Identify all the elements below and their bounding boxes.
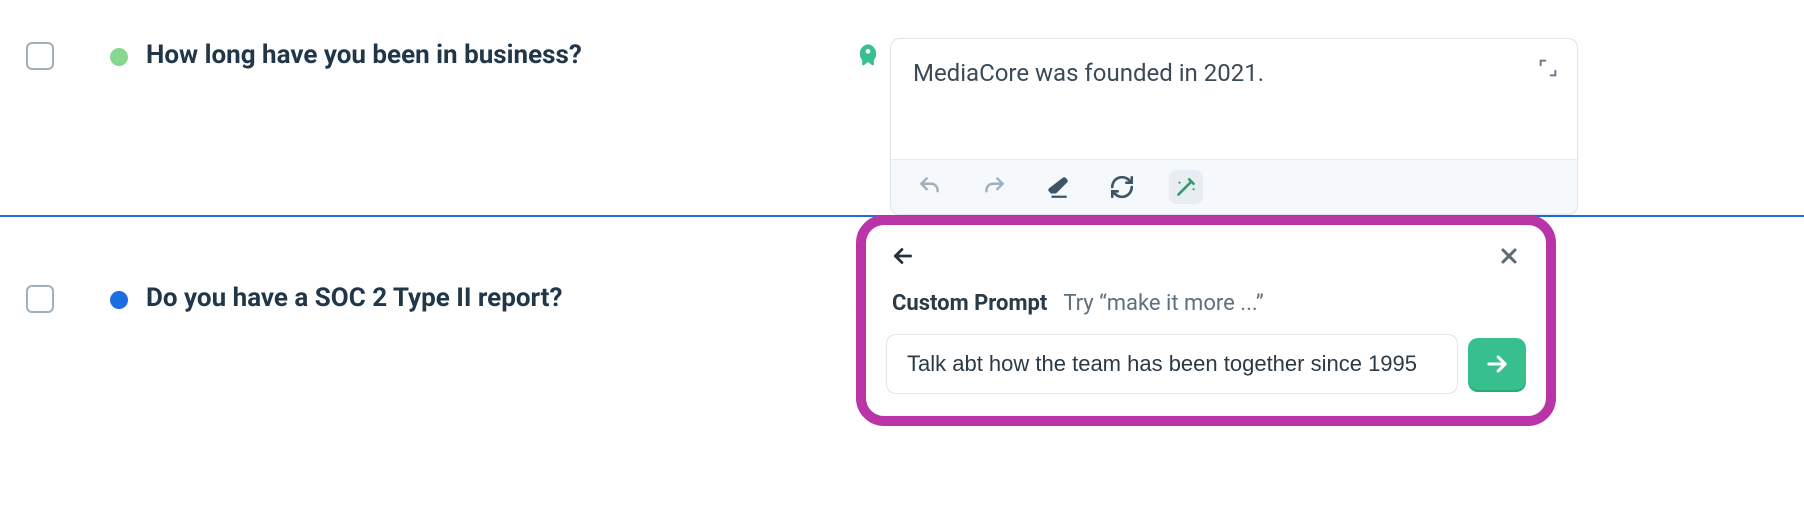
- answer-toolbar: [891, 159, 1577, 214]
- select-checkbox[interactable]: [26, 285, 54, 313]
- back-button[interactable]: [886, 239, 920, 273]
- refresh-button[interactable]: [1105, 170, 1139, 204]
- ai-rocket-icon: [850, 38, 886, 70]
- custom-prompt-panel: Custom Prompt Try “make it more ...”: [856, 215, 1556, 426]
- eraser-button[interactable]: [1041, 170, 1075, 204]
- rocket-icon: [854, 42, 882, 70]
- undo-button[interactable]: [913, 170, 947, 204]
- status-dot: [110, 291, 128, 309]
- question-left: How long have you been in business?: [0, 38, 850, 73]
- prompt-header: [886, 239, 1526, 273]
- question-row: Do you have a SOC 2 Type II report? Cust…: [0, 217, 1804, 316]
- redo-button[interactable]: [977, 170, 1011, 204]
- answer-text: MediaCore was founded in 2021.: [913, 59, 1517, 87]
- question-text[interactable]: Do you have a SOC 2 Type II report?: [146, 281, 562, 316]
- prompt-input-row: [886, 334, 1526, 394]
- close-button[interactable]: [1492, 239, 1526, 273]
- prompt-hint: Try “make it more ...”: [1063, 291, 1263, 316]
- prompt-input[interactable]: [886, 334, 1458, 394]
- select-checkbox[interactable]: [26, 42, 54, 70]
- arrow-left-icon: [890, 243, 916, 269]
- expand-icon[interactable]: [1537, 57, 1559, 79]
- magic-wand-button[interactable]: [1169, 170, 1203, 204]
- arrow-right-icon: [1483, 350, 1511, 378]
- answer-body[interactable]: MediaCore was founded in 2021.: [891, 39, 1577, 159]
- submit-prompt-button[interactable]: [1468, 338, 1526, 390]
- question-left: Do you have a SOC 2 Type II report?: [0, 281, 850, 316]
- answer-card: MediaCore was founded in 2021.: [890, 38, 1578, 215]
- prompt-title: Custom Prompt: [892, 291, 1047, 316]
- close-icon: [1497, 244, 1521, 268]
- status-dot: [110, 48, 128, 66]
- question-row: How long have you been in business? Medi…: [0, 0, 1804, 215]
- prompt-labels: Custom Prompt Try “make it more ...”: [886, 291, 1526, 316]
- question-text[interactable]: How long have you been in business?: [146, 38, 582, 73]
